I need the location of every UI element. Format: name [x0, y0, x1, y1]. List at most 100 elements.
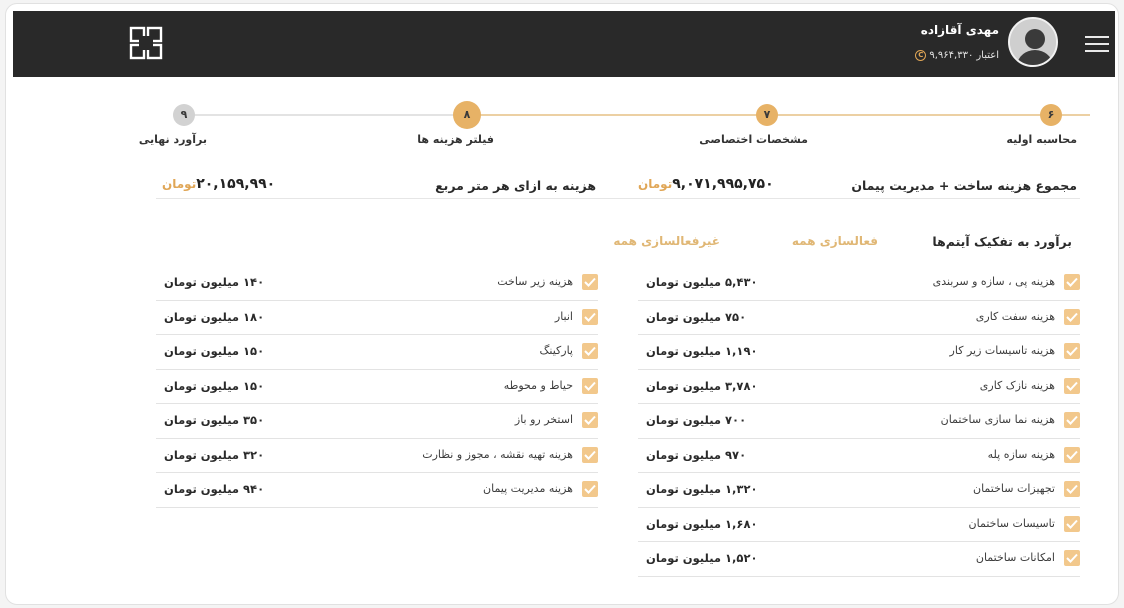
cost-item-row: تجهیزات ساختمان ۱,۳۲۰ میلیون تومان	[638, 473, 1080, 508]
item-checkbox[interactable]	[582, 377, 598, 394]
cost-item-row: تاسیسات ساختمان ۱,۶۸۰ میلیون تومان	[638, 508, 1080, 542]
checkmark-icon	[1066, 450, 1078, 460]
per-meter-value: ۲۰,۱۵۹,۹۹۰تومان	[156, 176, 275, 192]
checkmark-icon	[584, 484, 596, 494]
deactivate-all-button[interactable]: غیرفعالسازی همه	[613, 234, 720, 248]
cost-item-row: هزینه مدیریت پیمان ۹۴۰ میلیون تومان	[156, 473, 598, 508]
item-amount: ۱,۱۹۰ میلیون تومان	[646, 344, 757, 358]
item-amount: ۷۵۰ میلیون تومان	[646, 310, 746, 324]
step-6-dot[interactable]: ۶	[1040, 104, 1062, 126]
item-label: تاسیسات ساختمان	[968, 516, 1055, 530]
checkmark-icon	[1066, 346, 1078, 356]
item-checkbox[interactable]	[1064, 550, 1080, 566]
app-logo[interactable]	[129, 26, 163, 60]
step-8-label[interactable]: فیلتر هزینه ها	[417, 133, 494, 146]
totals-divider	[156, 198, 1080, 199]
item-amount: ۹۴۰ میلیون تومان	[164, 482, 264, 496]
checkmark-icon	[1066, 415, 1078, 425]
item-amount-value: ۱۸۰	[243, 309, 265, 324]
item-label: هزینه تهیه نقشه ، مجوز و نظارت	[422, 447, 573, 461]
item-amount-value: ۱,۵۲۰	[725, 551, 758, 565]
item-amount-unit: میلیون تومان	[646, 551, 722, 565]
step-7-dot[interactable]: ۷	[756, 104, 778, 126]
item-label: پارکینگ	[539, 344, 573, 357]
item-label: هزینه نما سازی ساختمان	[940, 413, 1055, 426]
item-amount-value: ۷۵۰	[725, 309, 747, 324]
item-amount-value: ۳۵۰	[243, 413, 265, 427]
checkmark-icon	[584, 415, 596, 425]
credit-label: اعتبار	[976, 50, 999, 61]
item-amount-value: ۱۴۰	[243, 275, 265, 289]
step-9-dot[interactable]: ۹	[173, 104, 195, 126]
item-amount-unit: میلیون تومان	[646, 413, 722, 427]
item-amount-unit: میلیون تومان	[646, 344, 722, 358]
per-meter-unit: تومان	[162, 177, 197, 191]
item-amount-value: ۱,۶۸۰	[725, 516, 758, 531]
cost-item-row: هزینه پی ، سازه و سربندی ۵,۴۳۰ میلیون توم…	[638, 266, 1080, 301]
item-amount-value: ۷۰۰	[725, 413, 747, 427]
item-label: امکانات ساختمان	[975, 551, 1055, 564]
item-checkbox[interactable]	[1064, 308, 1080, 325]
cost-item-row: هزینه سازه پله ۹۷۰ میلیون تومان	[638, 439, 1080, 473]
cost-item-row: هزینه نما سازی ساختمان ۷۰۰ میلیون تومان	[638, 404, 1080, 439]
item-amount-value: ۳۲۰	[243, 447, 265, 462]
checkmark-icon	[584, 312, 596, 322]
checkmark-icon	[1066, 484, 1078, 494]
checkmark-icon	[1066, 519, 1078, 529]
item-checkbox[interactable]	[582, 481, 598, 497]
item-amount-unit: میلیون تومان	[646, 482, 722, 496]
item-amount: ۹۷۰ میلیون تومان	[646, 448, 746, 462]
item-checkbox[interactable]	[1064, 343, 1080, 359]
cost-item-row: حیاط و محوطه ۱۵۰ میلیون تومان	[156, 370, 598, 404]
item-checkbox[interactable]	[1064, 481, 1080, 497]
step-6-label[interactable]: محاسبه اولیه	[1006, 133, 1077, 146]
step-9-label[interactable]: برآورد نهایی	[139, 133, 207, 146]
item-amount: ۷۰۰ میلیون تومان	[646, 413, 746, 427]
activate-all-button[interactable]: فعالسازی همه	[792, 234, 878, 248]
app-window: مهدی آقازاده اعتبار ۹,۹۶۴,۳۳۰ C ۶ محاسبه…	[5, 3, 1119, 605]
hamburger-icon[interactable]	[1085, 36, 1109, 52]
item-amount-unit: میلیون تومان	[164, 275, 240, 289]
build-total-value: ۹,۰۷۱,۹۹۵,۷۵۰تومان	[632, 176, 774, 192]
item-amount-value: ۳,۷۸۰	[725, 378, 758, 393]
user-name: مهدی آقازاده	[920, 23, 999, 37]
item-label: حیاط و محوطه	[503, 378, 573, 392]
item-checkbox[interactable]	[1064, 446, 1080, 463]
item-amount: ۱۴۰ میلیون تومان	[164, 275, 264, 289]
item-label: هزینه تاسیسات زیر کار	[949, 344, 1055, 357]
checkmark-icon	[584, 450, 596, 460]
cost-item-row: هزینه تاسیسات زیر کار ۱,۱۹۰ میلیون تومان	[638, 335, 1080, 370]
item-label: هزینه نازک کاری	[979, 378, 1055, 392]
step-8-dot[interactable]: ۸	[453, 101, 481, 129]
avatar[interactable]	[1008, 17, 1058, 67]
step-7-label[interactable]: مشخصات اختصاصی	[699, 133, 808, 146]
item-amount-unit: میلیون تومان	[164, 344, 240, 358]
item-checkbox[interactable]	[582, 412, 598, 428]
item-amount-value: ۱۵۰	[243, 344, 265, 358]
item-checkbox[interactable]	[582, 308, 598, 325]
item-amount: ۱,۶۸۰ میلیون تومان	[646, 517, 757, 531]
item-checkbox[interactable]	[1064, 412, 1080, 428]
item-checkbox[interactable]	[582, 343, 598, 359]
item-checkbox[interactable]	[1064, 515, 1080, 532]
build-total-amount: ۹,۰۷۱,۹۹۵,۷۵۰	[672, 176, 774, 192]
build-total-unit: تومان	[638, 177, 673, 191]
item-amount-unit: میلیون تومان	[646, 275, 722, 289]
item-amount: ۳,۷۸۰ میلیون تومان	[646, 379, 757, 393]
credit-value: ۹,۹۶۴,۳۳۰	[929, 50, 974, 61]
item-amount: ۱,۵۲۰ میلیون تومان	[646, 551, 757, 565]
checkmark-icon	[584, 381, 596, 391]
item-checkbox[interactable]	[1064, 274, 1080, 290]
per-meter-amount: ۲۰,۱۵۹,۹۹۰	[196, 176, 276, 192]
cost-item-row: انبار ۱۸۰ میلیون تومان	[156, 301, 598, 335]
cost-item-row: استخر رو باز ۳۵۰ میلیون تومان	[156, 404, 598, 439]
item-checkbox[interactable]	[582, 446, 598, 463]
checkmark-icon	[584, 277, 596, 287]
checkmark-icon	[584, 346, 596, 356]
item-checkbox[interactable]	[1064, 377, 1080, 394]
item-amount-value: ۱,۱۹۰	[725, 344, 758, 358]
cost-item-row: هزینه زیر ساخت ۱۴۰ میلیون تومان	[156, 266, 598, 301]
item-amount: ۱۸۰ میلیون تومان	[164, 310, 264, 324]
item-amount-value: ۱,۳۲۰	[725, 482, 758, 496]
item-checkbox[interactable]	[582, 274, 598, 290]
